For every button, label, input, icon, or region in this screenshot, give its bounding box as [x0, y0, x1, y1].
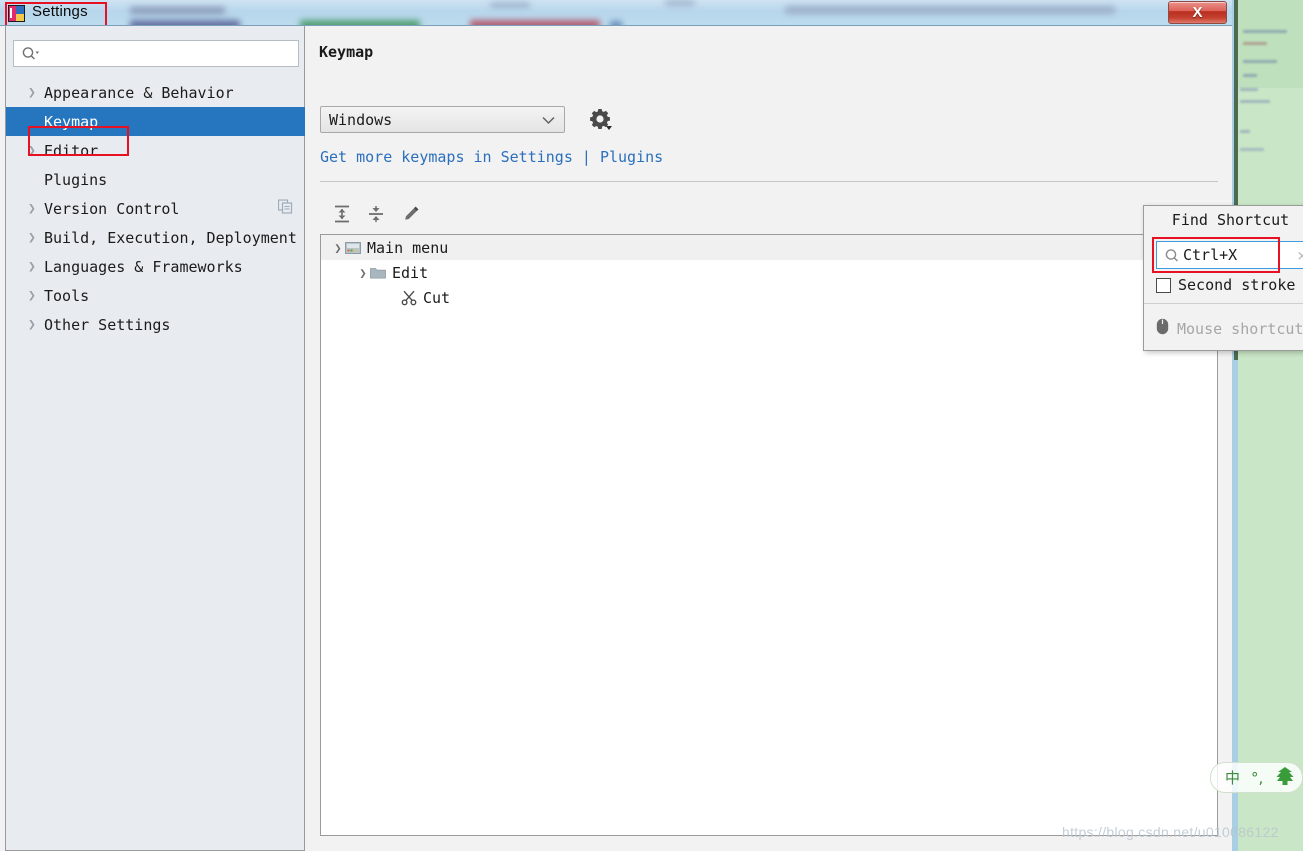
chevron-right-icon: ❯: [28, 259, 36, 274]
sidebar-nav-list: ❯ Appearance & Behavior Keymap ❯ Editor …: [6, 78, 306, 339]
mouse-shortcut-label: Mouse shortcut: [1177, 319, 1303, 338]
chevron-down-icon[interactable]: ❯: [356, 266, 370, 280]
mouse-shortcut-row[interactable]: Mouse shortcut: [1156, 318, 1303, 339]
sidebar-item-label: Version Control: [44, 199, 180, 218]
sidebar-item-build-execution-deployment[interactable]: ❯ Build, Execution, Deployment: [6, 223, 306, 252]
window-title: Settings: [32, 3, 88, 20]
chevron-right-icon: ❯: [28, 317, 36, 332]
sidebar-item-label: Appearance & Behavior: [44, 83, 234, 102]
sidebar-item-label: Keymap: [44, 112, 99, 131]
titlebar-blur-artifact: [785, 6, 1115, 14]
sidebar-item-plugins[interactable]: Plugins: [6, 165, 306, 194]
sidebar-item-label: Editor: [44, 141, 99, 160]
shortcut-input[interactable]: Ctrl+X ✕: [1156, 241, 1303, 269]
sidebar-item-label: Plugins: [44, 170, 108, 189]
copy-icon[interactable]: [277, 198, 293, 218]
titlebar-blur-artifact: [665, 1, 695, 5]
popup-divider: [1144, 303, 1303, 304]
main-menu-icon: [345, 241, 361, 255]
second-stroke-checkbox[interactable]: [1156, 277, 1171, 293]
settings-dialog: ❯ Appearance & Behavior Keymap ❯ Editor …: [0, 26, 1232, 851]
edit-shortcut-button[interactable]: [397, 200, 425, 228]
collapse-all-icon: [369, 206, 383, 222]
chevron-right-icon: ❯: [28, 288, 36, 303]
folder-icon: [370, 266, 386, 279]
second-stroke-label: Second stroke: [1178, 276, 1296, 294]
keymap-panel: Keymap Windows Get more keymaps in Setti…: [305, 26, 1232, 851]
close-button[interactable]: X: [1168, 1, 1227, 24]
search-icon: [1164, 248, 1181, 263]
sidebar-item-label: Languages & Frameworks: [44, 257, 243, 276]
search-icon: [21, 46, 40, 61]
sidebar-item-appearance-behavior[interactable]: ❯ Appearance & Behavior: [6, 78, 306, 107]
ime-punctuation-label[interactable]: °,: [1251, 769, 1263, 787]
titlebar-blur-artifact: [490, 3, 530, 7]
background-code-line: [1243, 42, 1267, 45]
close-icon: X: [1192, 4, 1203, 21]
sogou-icon[interactable]: [1274, 766, 1296, 790]
chevron-down-icon[interactable]: ❯: [331, 241, 345, 255]
watermark: https://blog.csdn.net/u010086122: [1062, 824, 1279, 840]
sidebar-item-label: Other Settings: [44, 315, 171, 334]
background-editor-pane: [1238, 0, 1303, 851]
collapse-all-button[interactable]: [362, 200, 390, 228]
tree-row-label: Edit: [392, 263, 429, 282]
expand-all-button[interactable]: [328, 200, 356, 228]
background-code-line: [1240, 88, 1258, 91]
sidebar-search-input[interactable]: [13, 40, 299, 67]
background-code-line: [1243, 74, 1257, 77]
expand-all-icon: [335, 205, 349, 223]
chevron-right-icon: ❯: [28, 201, 36, 216]
keymap-select[interactable]: Windows: [320, 106, 565, 133]
second-stroke-row[interactable]: Second stroke: [1156, 276, 1295, 294]
keymap-toolbar: ✕: [320, 198, 1218, 231]
scissors-icon: [401, 290, 417, 306]
keymap-settings-gear-button[interactable]: [587, 106, 613, 132]
keymap-links: Get more keymaps in Settings | Plugins: [320, 148, 663, 166]
find-shortcut-popup: Find Shortcut Ctrl+X ✕ Second stroke Mou…: [1143, 205, 1303, 351]
tree-row[interactable]: ❯ Edit: [321, 260, 1217, 285]
titlebar-blur-artifact: [130, 7, 225, 14]
tree-row-label: Cut: [423, 288, 451, 307]
background-code-line: [1240, 100, 1270, 103]
settings-sidebar: ❯ Appearance & Behavior Keymap ❯ Editor …: [5, 26, 306, 851]
tree-row[interactable]: Cut Ctrl+X Shift+Delete: [321, 285, 1217, 310]
background-code-line: [1243, 30, 1287, 33]
sidebar-item-label: Build, Execution, Deployment: [44, 228, 297, 247]
chevron-right-icon: ❯: [28, 85, 36, 100]
ime-mode-label[interactable]: 中: [1225, 767, 1240, 788]
sidebar-search-field[interactable]: [44, 44, 284, 63]
pencil-icon: [405, 206, 419, 220]
mouse-icon: [1156, 318, 1169, 339]
background-code-line: [1243, 60, 1277, 63]
sidebar-item-languages-frameworks[interactable]: ❯ Languages & Frameworks: [6, 252, 306, 281]
tree-row-label: Main menu: [367, 238, 449, 257]
app-icon: [8, 5, 25, 22]
clear-icon[interactable]: ✕: [1297, 246, 1303, 265]
background-code-line: [1240, 148, 1264, 151]
window-titlebar[interactable]: Settings X: [0, 0, 1232, 26]
plugins-link[interactable]: Plugins: [600, 148, 663, 166]
shortcut-input-value: Ctrl+X: [1183, 246, 1238, 264]
sidebar-item-keymap[interactable]: Keymap: [6, 107, 306, 136]
tree-row[interactable]: ❯ Main menu: [321, 235, 1217, 260]
chevron-right-icon: ❯: [28, 143, 36, 158]
link-separator: |: [581, 148, 591, 166]
page-title: Keymap: [319, 43, 374, 61]
find-shortcut-popup-title: Find Shortcut: [1171, 211, 1290, 229]
keymap-select-value: Windows: [329, 110, 393, 129]
section-divider: [320, 181, 1218, 182]
background-code-line: [1240, 130, 1250, 133]
sidebar-item-editor[interactable]: ❯ Editor: [6, 136, 306, 165]
gear-icon: [590, 109, 612, 130]
chevron-right-icon: ❯: [28, 230, 36, 245]
shortcut-tree[interactable]: ❯ Main menu ❯ Edit Cut: [320, 234, 1218, 836]
sidebar-item-tools[interactable]: ❯ Tools: [6, 281, 306, 310]
sidebar-item-version-control[interactable]: ❯ Version Control: [6, 194, 306, 223]
ime-floating-bar[interactable]: 中 °,: [1210, 762, 1303, 793]
get-more-keymaps-link[interactable]: Get more keymaps in Settings: [320, 148, 573, 166]
chevron-down-icon: [541, 111, 556, 129]
sidebar-item-other-settings[interactable]: ❯ Other Settings: [6, 310, 306, 339]
